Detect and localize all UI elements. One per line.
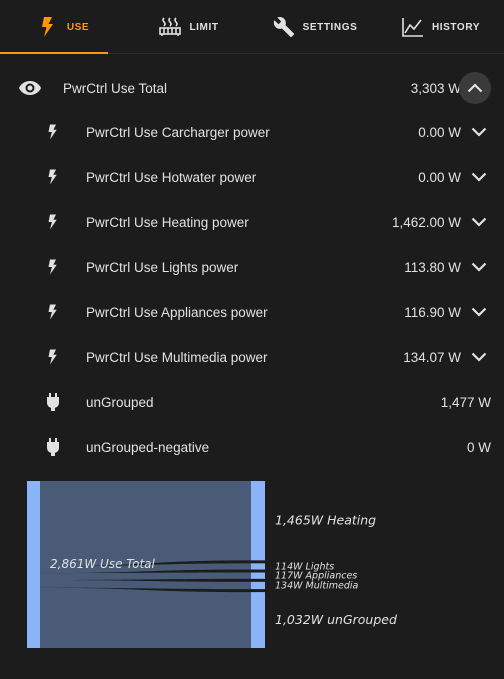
sankey-target-node bbox=[251, 481, 265, 561]
row-value: 116.90 W bbox=[404, 305, 461, 320]
tab-settings[interactable]: SETTINGS bbox=[252, 0, 378, 54]
sankey-target-label: 134W Multimedia bbox=[275, 580, 359, 591]
total-row[interactable]: PwrCtrl Use Total 3,303 W bbox=[0, 66, 504, 110]
sankey-target-node bbox=[251, 592, 265, 648]
chevron-up-icon[interactable] bbox=[459, 72, 491, 104]
flash-icon bbox=[42, 166, 64, 188]
row-appliances[interactable]: PwrCtrl Use Appliances power 116.90 W bbox=[0, 290, 504, 335]
row-value: 113.80 W bbox=[404, 260, 461, 275]
flash-icon bbox=[42, 346, 64, 368]
chevron-down-icon[interactable] bbox=[466, 344, 492, 370]
tab-use-label: USE bbox=[66, 21, 90, 33]
sankey-source-label: 2,861W Use Total bbox=[50, 557, 156, 571]
sankey-chart: 1,465W Heating114W Lights117W Appliances… bbox=[27, 481, 397, 648]
chevron-down-icon[interactable] bbox=[466, 119, 492, 145]
row-label: unGrouped-negative bbox=[86, 440, 210, 455]
tab-history[interactable]: HISTORY bbox=[378, 0, 504, 54]
row-heating[interactable]: PwrCtrl Use Heating power 1,462.00 W bbox=[0, 200, 504, 245]
row-value: 1,477 W bbox=[440, 395, 491, 410]
chevron-down-icon[interactable] bbox=[466, 164, 492, 190]
radiator-icon bbox=[159, 16, 182, 38]
tab-use[interactable]: USE bbox=[0, 0, 126, 54]
row-label: PwrCtrl Use Hotwater power bbox=[86, 170, 257, 185]
flash-icon bbox=[42, 256, 64, 278]
tab-limit-label: LIMIT bbox=[189, 21, 219, 33]
chevron-down-icon[interactable] bbox=[466, 299, 492, 325]
entity-list: PwrCtrl Use Total 3,303 W PwrCtrl Use Ca… bbox=[0, 66, 504, 470]
row-label: PwrCtrl Use Appliances power bbox=[86, 305, 268, 320]
flash-icon bbox=[42, 211, 64, 233]
row-value: 0 W bbox=[466, 440, 491, 455]
eye-icon bbox=[19, 77, 41, 99]
sankey-target-node bbox=[251, 581, 265, 590]
sankey-flow bbox=[40, 579, 251, 590]
row-label: PwrCtrl Use Carcharger power bbox=[86, 125, 270, 140]
row-ungrouped[interactable]: unGrouped 1,477 W bbox=[0, 380, 504, 425]
tab-bar: USE LIMIT SETTINGS HISTORY bbox=[0, 0, 504, 54]
row-label: PwrCtrl Use Lights power bbox=[86, 260, 239, 275]
row-value: 1,462.00 W bbox=[391, 215, 461, 230]
row-multimedia[interactable]: PwrCtrl Use Multimedia power 134.07 W bbox=[0, 335, 504, 380]
chart-line-icon bbox=[402, 16, 424, 38]
sankey-target-label: 1,465W Heating bbox=[275, 513, 376, 528]
row-value: 134.07 W bbox=[403, 350, 461, 365]
row-value: 0.00 W bbox=[418, 170, 461, 185]
row-label: PwrCtrl Use Multimedia power bbox=[86, 350, 268, 365]
chevron-down-icon[interactable] bbox=[466, 209, 492, 235]
sankey-flow bbox=[40, 572, 251, 580]
chevron-down-icon[interactable] bbox=[466, 254, 492, 280]
sankey-target-node bbox=[251, 563, 265, 570]
power-plug-icon bbox=[42, 436, 64, 458]
row-hotwater[interactable]: PwrCtrl Use Hotwater power 0.00 W bbox=[0, 155, 504, 200]
tab-settings-label: SETTINGS bbox=[302, 21, 358, 33]
sankey-source-node bbox=[27, 481, 40, 648]
row-value: 0.00 W bbox=[418, 125, 461, 140]
total-label: PwrCtrl Use Total bbox=[63, 80, 168, 96]
row-ungrouped-negative[interactable]: unGrouped-negative 0 W bbox=[0, 425, 504, 470]
tab-limit[interactable]: LIMIT bbox=[126, 0, 252, 54]
total-value: 3,303 W bbox=[410, 80, 461, 96]
flash-icon bbox=[42, 301, 64, 323]
sankey-flow bbox=[40, 587, 251, 648]
flash-icon bbox=[37, 16, 59, 38]
tab-history-label: HISTORY bbox=[431, 21, 481, 33]
sankey-flow bbox=[40, 481, 251, 567]
flash-icon bbox=[42, 121, 64, 143]
row-lights[interactable]: PwrCtrl Use Lights power 113.80 W bbox=[0, 245, 504, 290]
sankey-target-label: 1,032W unGrouped bbox=[275, 612, 397, 627]
power-plug-icon bbox=[42, 391, 64, 413]
wrench-icon bbox=[273, 16, 295, 38]
row-carcharger[interactable]: PwrCtrl Use Carcharger power 0.00 W bbox=[0, 110, 504, 155]
sankey-target-node bbox=[251, 572, 265, 579]
row-label: PwrCtrl Use Heating power bbox=[86, 215, 249, 230]
row-label: unGrouped bbox=[86, 395, 154, 410]
